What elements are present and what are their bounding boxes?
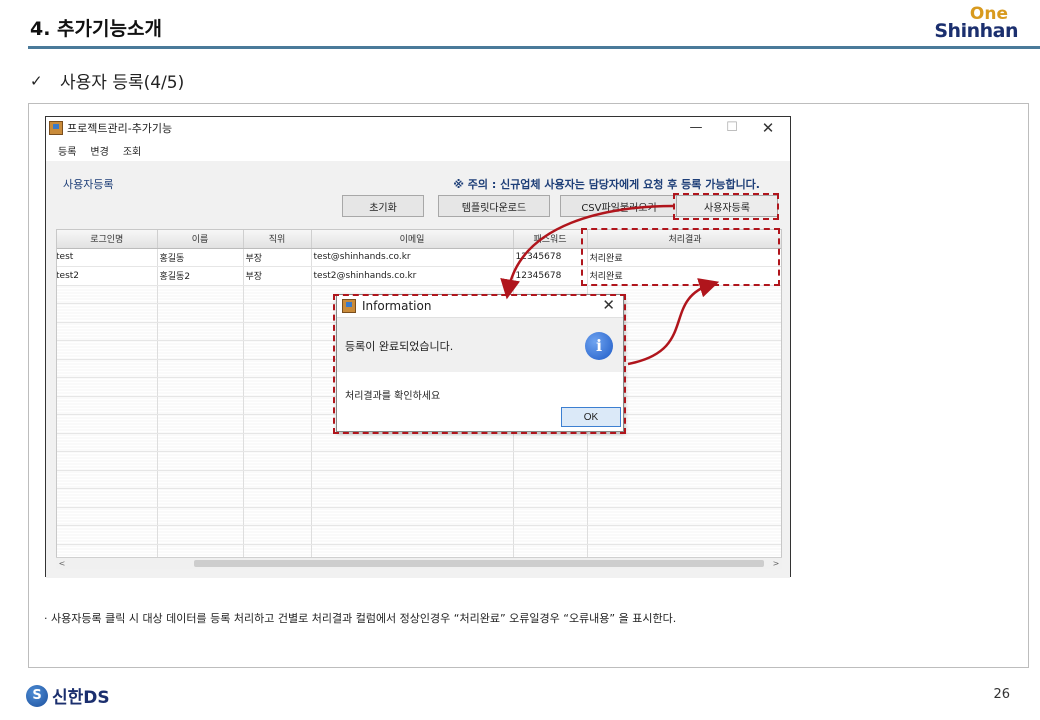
column-header[interactable]: 이름 <box>157 230 244 249</box>
app-icon <box>49 121 63 135</box>
table-cell[interactable]: test <box>57 248 158 267</box>
table-cell[interactable]: 처리완료 <box>587 266 781 286</box>
table-row[interactable]: test 홍길동 부장 test@shinhands.co.kr 1234567… <box>57 248 781 267</box>
dialog-body: 등록이 완료되었습니다. i <box>337 317 623 372</box>
minimize-button[interactable]: — <box>678 117 714 139</box>
window-title: 프로젝트관리-추가기능 <box>67 122 173 135</box>
ok-button[interactable]: OK <box>561 407 621 427</box>
maximize-button[interactable]: ☐ <box>714 117 750 139</box>
title-rule <box>28 46 1040 49</box>
table-cell[interactable]: test2@shinhands.co.kr <box>311 266 514 286</box>
column-header[interactable]: 직위 <box>243 230 312 249</box>
footer-logo-text: 신한DS <box>52 688 110 708</box>
info-icon: i <box>585 332 613 360</box>
dialog-app-icon <box>342 299 356 313</box>
check-icon: ✓ <box>30 71 43 90</box>
scroll-left-icon[interactable]: < <box>56 558 68 570</box>
empty-row <box>57 488 781 508</box>
column-header[interactable]: 패스워드 <box>513 230 588 249</box>
footnote: · 사용자등록 클릭 시 대상 데이터를 등록 처리하고 건별로 처리결과 컬럼… <box>44 612 677 625</box>
section-title: 사용자등록 <box>63 178 114 191</box>
template-download-button[interactable]: 템플릿다운로드 <box>438 195 550 217</box>
register-user-button[interactable]: 사용자등록 <box>676 195 778 217</box>
page-number: 26 <box>993 687 1010 702</box>
column-header[interactable]: 로그인명 <box>57 230 158 249</box>
empty-row <box>57 470 781 489</box>
column-header[interactable]: 처리결과 <box>587 230 781 249</box>
empty-row <box>57 433 781 452</box>
subtitle-row: ✓ 사용자 등록(4/5) <box>30 68 185 94</box>
menu-item-register[interactable]: 등록 <box>58 143 76 158</box>
empty-row <box>57 507 781 526</box>
shinhan-s-icon: S <box>26 684 48 707</box>
notice-text: ※ 주의 : 신규업체 사용자는 담당자에게 요청 후 등록 가능합니다. <box>453 178 760 191</box>
csv-import-button[interactable]: CSV파일불러오기 <box>560 195 678 217</box>
dialog-title: Information <box>362 299 432 313</box>
scroll-thumb[interactable] <box>194 560 764 567</box>
subtitle: 사용자 등록(4/5) <box>60 73 185 93</box>
horizontal-scrollbar[interactable]: < > <box>56 557 782 569</box>
table-row[interactable]: test2 홍길동2 부장 test2@shinhands.co.kr 1234… <box>57 266 781 286</box>
menubar: 등록 변경 조회 <box>46 139 790 161</box>
table-cell[interactable]: 홍길동2 <box>157 266 244 286</box>
dialog-titlebar: Information ✕ <box>337 295 623 317</box>
dialog-detail: 처리결과를 확인하세요 <box>345 391 441 402</box>
table-cell[interactable]: test@shinhands.co.kr <box>311 248 514 267</box>
menu-item-change[interactable]: 변경 <box>90 143 108 158</box>
table-cell[interactable]: 처리완료 <box>587 248 781 267</box>
reset-button[interactable]: 초기화 <box>342 195 424 217</box>
table-cell[interactable]: 12345678 <box>513 248 588 267</box>
information-dialog: Information ✕ 등록이 완료되었습니다. i 처리결과를 확인하세요… <box>336 294 624 432</box>
table-cell[interactable]: 부장 <box>243 266 312 286</box>
dialog-close-icon[interactable]: ✕ <box>602 296 615 314</box>
column-header[interactable]: 이메일 <box>311 230 514 249</box>
empty-row <box>57 451 781 471</box>
window-titlebar: 프로젝트관리-추가기능 — ☐ ✕ <box>46 117 790 139</box>
close-button[interactable]: ✕ <box>750 117 786 139</box>
table-cell[interactable]: 홍길동 <box>157 248 244 267</box>
dialog-message: 등록이 완료되었습니다. <box>345 340 454 353</box>
footer-logo: S 신한DS <box>26 683 110 708</box>
table-cell[interactable]: 12345678 <box>513 266 588 286</box>
table-cell[interactable]: 부장 <box>243 248 312 267</box>
table-cell[interactable]: test2 <box>57 266 158 286</box>
slide-title: 4. 추가기능소개 <box>30 18 162 40</box>
menu-item-search[interactable]: 조회 <box>123 143 141 158</box>
brand-shinhan-text: Shinhan <box>934 20 1018 42</box>
table-header-row: 로그인명 이름 직위 이메일 패스워드 처리결과 <box>57 230 781 249</box>
empty-row <box>57 525 781 545</box>
scroll-right-icon[interactable]: > <box>770 558 782 570</box>
